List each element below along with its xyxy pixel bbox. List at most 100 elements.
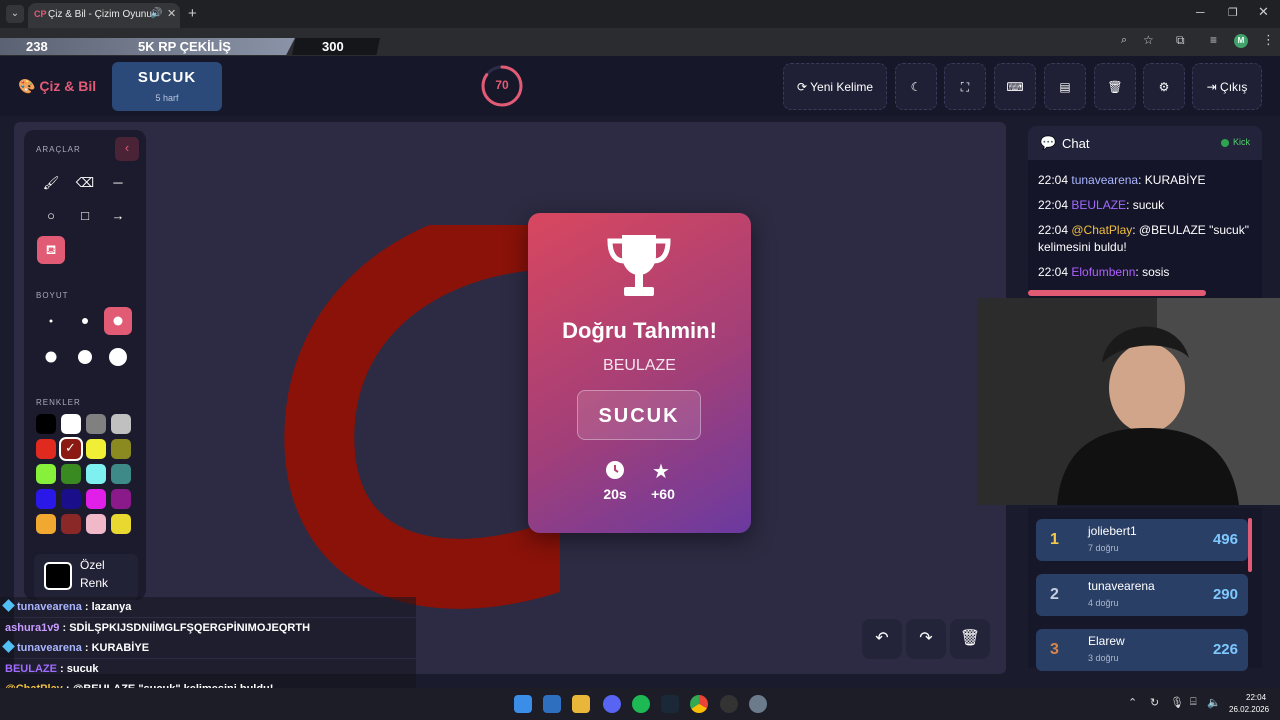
color-swatch[interactable] [36,464,56,484]
logout-button[interactable]: ⇥ Çıkış [1192,63,1262,110]
tools-panel: ARAÇLAR ‹ 🖌 ⌫ ─ ○ □ → ⛾ BOYUT RENKLER ✓ … [24,130,146,600]
chat-user[interactable]: Elofumbenn [1071,265,1135,279]
rectangle-tool[interactable]: □ [71,202,99,230]
size-option-4[interactable] [37,343,65,371]
new-tab-button[interactable]: + [188,5,197,22]
chat-user[interactable]: BEULAZE [1071,198,1126,212]
zoom-icon[interactable]: ⌕ [1121,34,1127,47]
leaderboard: 1 joliebert1 7 doğru 496 2 tunavearena 4 doğru… [1028,508,1262,671]
color-swatch[interactable] [61,464,81,484]
settings-app-icon[interactable] [749,695,767,713]
profile-avatar[interactable]: M [1234,34,1248,48]
color-swatch[interactable] [111,439,131,459]
color-swatch[interactable] [36,514,56,534]
webcam-person [977,298,1280,505]
circle-tool[interactable]: ○ [37,202,65,230]
size-option-6[interactable] [104,343,132,371]
color-swatch[interactable] [111,489,131,509]
size-option-1[interactable] [37,307,65,335]
extensions-icon[interactable]: ⧉ [1176,33,1185,48]
tray-chevron-up-icon[interactable]: ⌃ [1128,696,1137,709]
tab-list-chevron-icon[interactable]: ⌄ [6,5,24,23]
browser-tab[interactable]: CP Çiz & Bil - Çizim Oyunu 🔊 ✕ [28,3,180,28]
dark-mode-button[interactable]: ☾ [895,63,937,110]
line-tool[interactable]: ─ [104,169,132,197]
tray-sync-icon[interactable]: ↻ [1150,696,1159,709]
color-swatch[interactable] [36,439,56,459]
overlay-chat-line: tunavearena : KURABİYE [0,638,416,658]
overlay-chat-user: tunavearena [17,601,82,613]
taskbar-time[interactable]: 22:04 [1246,693,1266,702]
correct-count: 3 doğru [1088,653,1119,663]
line-icon: ─ [113,175,123,190]
size-option-2[interactable] [71,307,99,335]
redo-button[interactable]: ↷ [906,619,946,659]
chat-scrollbar[interactable] [1028,290,1206,296]
leaderboard-row: 2 tunavearena 4 doğru 290 [1036,574,1248,616]
obs-icon[interactable] [720,695,738,713]
browser-tab-bar: ⌄ CP Çiz & Bil - Çizim Oyunu 🔊 ✕ + ─ ❐ ✕ [0,0,1280,28]
speaker-icon[interactable]: 🔊 [150,8,162,19]
discord-icon[interactable] [603,695,621,713]
color-swatch[interactable] [61,414,81,434]
app-logo[interactable]: 🎨 Çiz & Bil [18,78,96,95]
color-swatch[interactable] [36,414,56,434]
taskbar-date[interactable]: 26.02.2026 [1229,705,1269,714]
color-swatch[interactable] [36,489,56,509]
clear-canvas-button[interactable]: 🗑 [950,619,990,659]
microphone-icon[interactable]: 🎙 [1170,696,1184,709]
chrome-icon[interactable] [690,695,708,713]
close-tab-icon[interactable]: ✕ [167,7,176,20]
window-close-icon[interactable]: ✕ [1258,4,1269,20]
size-option-5[interactable] [71,343,99,371]
leaderboard-scrollbar[interactable] [1248,518,1252,572]
network-icon[interactable]: ⌸ [1190,696,1197,709]
color-swatch[interactable] [61,489,81,509]
minimize-icon[interactable]: ─ [1196,5,1205,19]
color-swatch[interactable] [61,514,81,534]
size-option-3[interactable] [104,307,132,335]
collapse-panel-button[interactable]: ‹ [115,137,139,161]
steam-icon[interactable] [661,695,679,713]
fill-tool[interactable]: ⛾ [37,236,65,264]
color-swatch[interactable]: ✓ [59,437,83,461]
card-title: Doğru Tahmin! [562,318,717,343]
more-menu-icon[interactable]: ⋮ [1262,32,1275,48]
chat-user[interactable]: tunavearena [1071,173,1138,187]
color-swatch[interactable] [86,414,106,434]
color-swatch[interactable] [86,514,106,534]
arrow-tool[interactable]: → [104,202,132,230]
gear-icon: ⚙ [1158,80,1170,94]
brush-tool[interactable]: 🖌 [37,169,65,197]
square-icon: □ [81,208,89,223]
start-menu-icon[interactable] [514,695,532,713]
delete-button[interactable]: 🗑 [1094,63,1136,110]
maximize-icon[interactable]: ❐ [1228,6,1238,19]
chat-user[interactable]: @ChatPlay [1071,223,1132,237]
fullscreen-button[interactable]: ⛶ [944,63,986,110]
settings-button[interactable]: ⚙ [1143,63,1185,110]
color-swatch[interactable] [86,439,106,459]
custom-color-button[interactable]: Özel Renk [34,554,138,600]
color-swatch[interactable] [111,514,131,534]
eraser-tool[interactable]: ⌫ [71,169,99,197]
color-swatch[interactable] [111,414,131,434]
undo-button[interactable]: ↶ [862,619,902,659]
color-swatch[interactable] [86,464,106,484]
custom-color-label-1: Özel [80,558,105,572]
rank-number: 1 [1050,531,1059,548]
volume-icon[interactable]: 🔈 [1207,696,1221,709]
file-explorer-icon[interactable] [572,695,590,713]
color-swatch[interactable] [111,464,131,484]
archive-button[interactable]: ▤ [1044,63,1086,110]
fill-bucket-icon: ⛾ [45,242,57,257]
word-hint: 5 harf [155,93,179,103]
file-app-icon[interactable] [543,695,561,713]
reading-list-icon[interactable]: ≡ [1210,33,1217,47]
keyboard-button[interactable]: ⌨ [994,63,1036,110]
color-swatch[interactable] [86,489,106,509]
spotify-icon[interactable] [632,695,650,713]
new-word-button[interactable]: ⟳ Yeni Kelime [783,63,887,110]
bookmark-star-icon[interactable]: ☆ [1143,33,1154,47]
circle-icon: ○ [47,208,55,223]
